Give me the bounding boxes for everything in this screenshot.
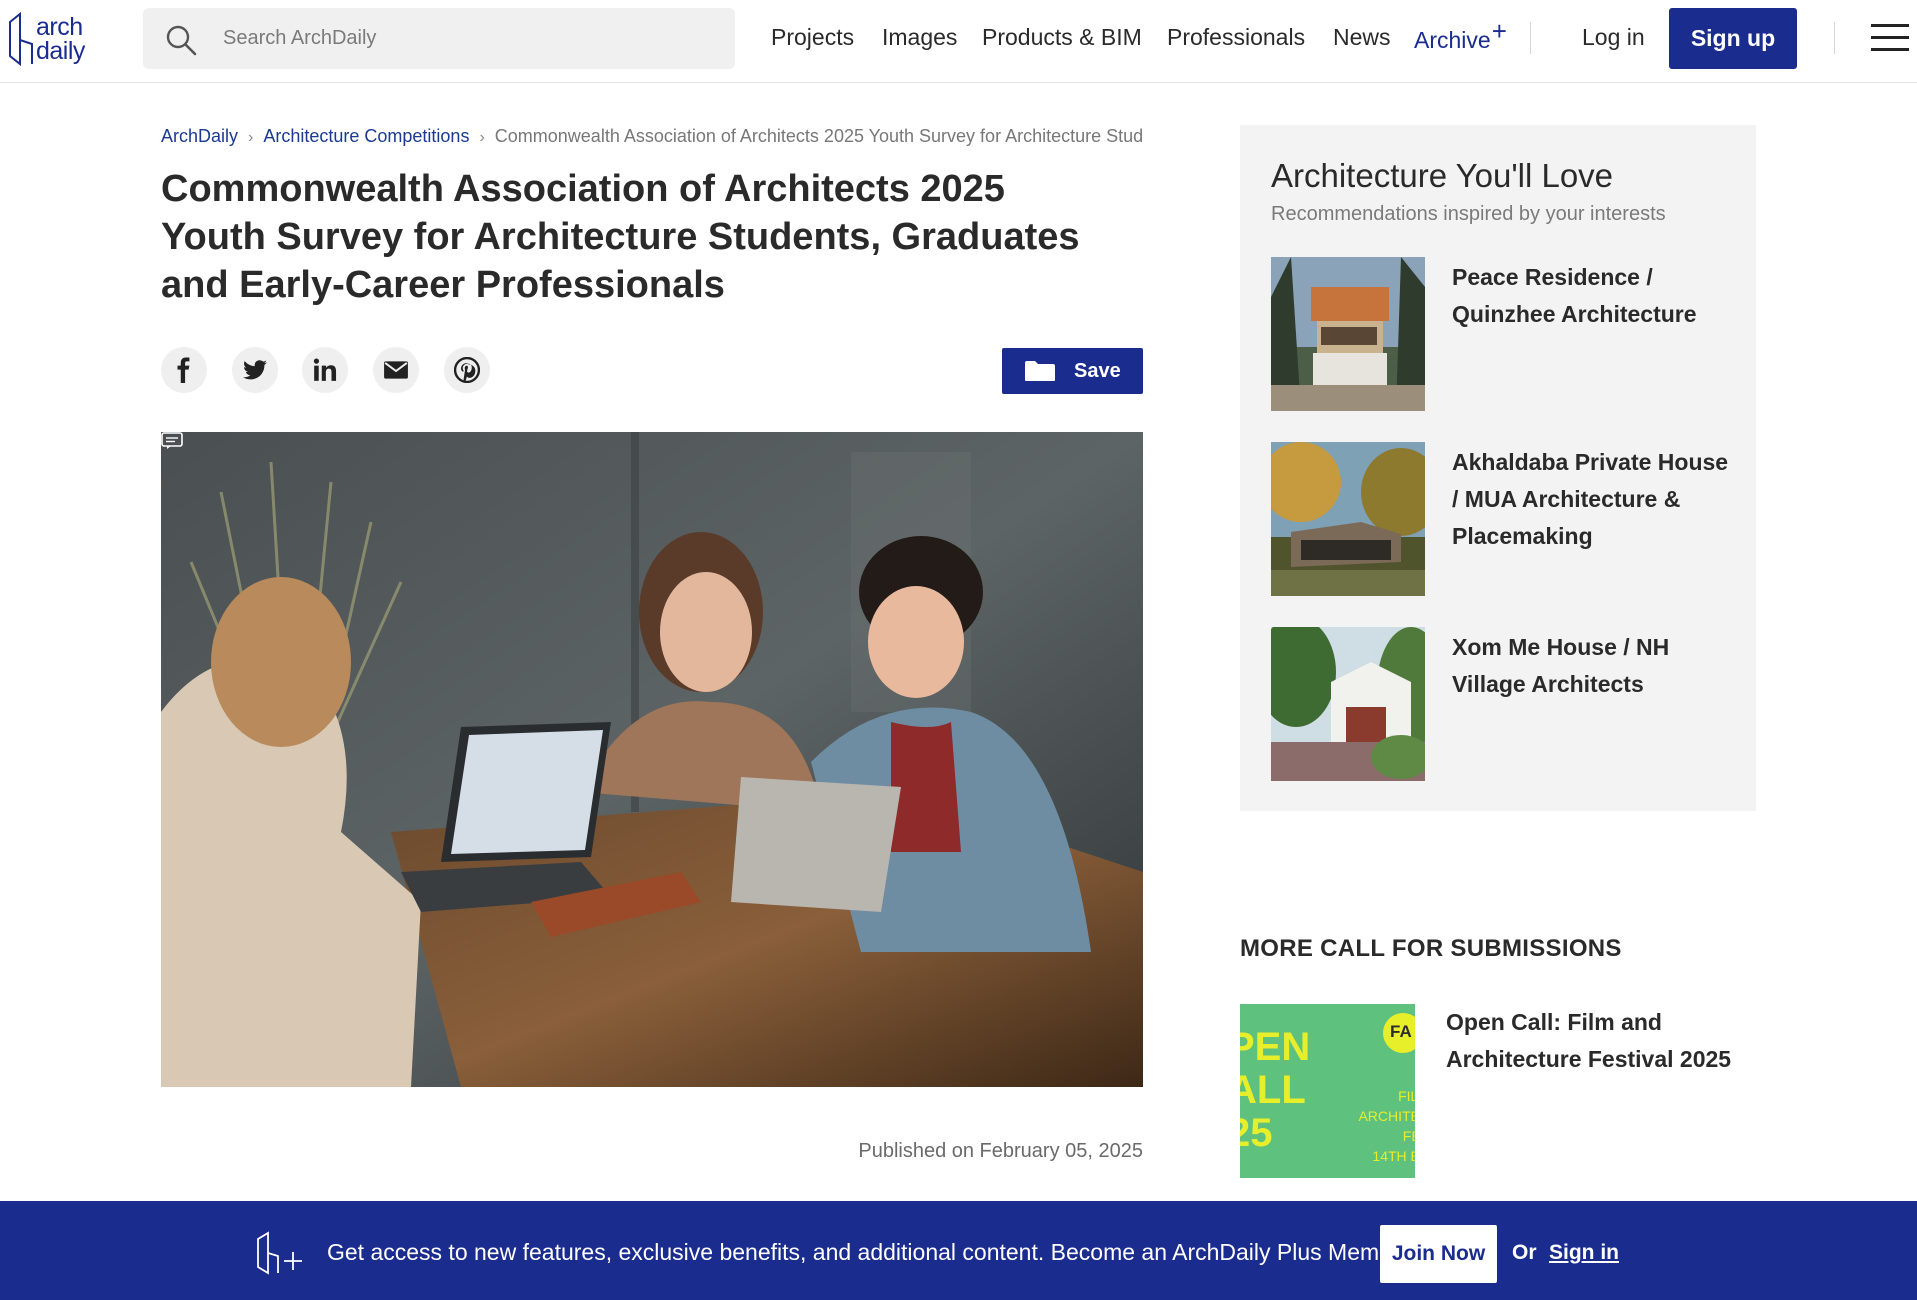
chevron-right-icon: › <box>248 129 254 146</box>
recs-subtitle: Recommendations inspired by your interes… <box>1271 203 1666 225</box>
nav-products-bim[interactable]: Products & BIM <box>982 24 1142 51</box>
hamburger-menu-icon[interactable] <box>1871 24 1909 52</box>
published-date: Published on February 05, 2025 <box>858 1140 1143 1162</box>
thumb-side-text: FES <box>1402 1128 1415 1144</box>
rec-thumbnail <box>1271 442 1425 596</box>
nav-professionals[interactable]: Professionals <box>1167 24 1305 51</box>
facebook-icon <box>177 357 190 383</box>
folder-icon <box>1025 361 1055 381</box>
thumb-text: PEN <box>1240 1025 1311 1069</box>
logo-word-daily: daily <box>36 37 85 65</box>
email-icon <box>384 361 408 379</box>
thumb-text: ALL <box>1240 1068 1306 1112</box>
share-pinterest-button[interactable] <box>444 347 490 393</box>
archdaily-logo-icon <box>9 11 33 67</box>
recs-title: Architecture You'll Love <box>1271 157 1614 194</box>
hero-image[interactable] <box>161 432 1143 1087</box>
plus-membership-banner: Get access to new features, exclusive be… <box>0 1201 1917 1300</box>
more-submissions-heading: MORE CALL FOR SUBMISSIONS <box>1240 935 1622 962</box>
breadcrumb: ArchDaily › Architecture Competitions › Comm… <box>161 126 1143 152</box>
linkedin-icon <box>313 358 337 381</box>
thumb-badge: FA <box>1390 1022 1412 1041</box>
share-email-button[interactable] <box>373 347 419 393</box>
nav-divider <box>1530 22 1531 54</box>
pinterest-icon <box>454 357 480 383</box>
nav-images[interactable]: Images <box>882 24 957 51</box>
breadcrumb-current: Commonwealth Association of Architects 2… <box>494 126 1143 146</box>
chevron-right-icon: › <box>479 129 485 146</box>
thumb-text: 25 <box>1240 1111 1273 1155</box>
search-input[interactable] <box>223 16 713 61</box>
banner-signin-link[interactable]: Sign in <box>1549 1241 1619 1265</box>
submission-title: Open Call: Film and Architecture Festiva… <box>1446 1009 1732 1072</box>
submission-thumbnail: PEN ALL 25 FA FILM ARCHITEC FES 14TH ED <box>1240 1004 1415 1178</box>
share-linkedin-button[interactable] <box>302 347 348 393</box>
twitter-icon <box>243 360 267 380</box>
article-title: Commonwealth Association of Architects 2… <box>161 168 1080 306</box>
recommendations-panel: Architecture You'll Love Recommendations… <box>1240 125 1756 811</box>
save-label: Save <box>1074 359 1121 382</box>
rec-item[interactable]: Akhaldaba Private House / MUA Architectu… <box>1271 442 1731 596</box>
join-now-button[interactable]: Join Now <box>1380 1225 1497 1283</box>
signup-button[interactable]: Sign up <box>1669 8 1797 69</box>
thumb-side-text: 14TH ED <box>1372 1148 1415 1164</box>
rec-title: Akhaldaba Private House / MUA Architectu… <box>1452 449 1729 549</box>
breadcrumb-section[interactable]: Architecture Competitions <box>263 126 469 146</box>
nav-archive-plus[interactable]: Archive+ <box>1414 16 1507 55</box>
search-icon <box>166 25 197 56</box>
rec-title: Xom Me House / NH Village Architects <box>1452 634 1670 697</box>
rec-thumbnail <box>1271 257 1425 411</box>
nav-projects[interactable]: Projects <box>771 24 854 51</box>
breadcrumb-home[interactable]: ArchDaily <box>161 126 238 146</box>
nav-divider <box>1834 22 1835 54</box>
site-header: arch daily Projects Images Products & BI… <box>0 0 1917 83</box>
nav-news[interactable]: News <box>1333 24 1391 51</box>
more-submission-item[interactable]: PEN ALL 25 FA FILM ARCHITEC FES 14TH ED … <box>1240 1004 1756 1178</box>
nav-archive-label: Archive <box>1414 27 1491 53</box>
archdaily-logo[interactable]: arch daily <box>6 8 108 70</box>
rec-item[interactable]: Xom Me House / NH Village Architects <box>1271 627 1731 781</box>
share-twitter-button[interactable] <box>232 347 278 393</box>
rec-thumbnail <box>1271 627 1425 781</box>
banner-message: Get access to new features, exclusive be… <box>327 1239 1419 1265</box>
thumb-side-text: ARCHITEC <box>1358 1108 1415 1124</box>
hero-photo <box>161 432 1143 1087</box>
save-button[interactable]: Save <box>1002 348 1143 394</box>
share-facebook-button[interactable] <box>161 347 207 393</box>
rec-item[interactable]: Peace Residence / Quinzhee Architecture <box>1271 257 1731 411</box>
thumb-side-text: FILM <box>1398 1088 1415 1104</box>
search-bar[interactable] <box>143 8 735 69</box>
archdaily-plus-logo-icon <box>257 1231 302 1275</box>
caption-comment-icon[interactable] <box>161 432 183 450</box>
archive-plus-icon: + <box>1491 16 1507 46</box>
login-link[interactable]: Log in <box>1582 24 1645 51</box>
banner-or-label: Or <box>1512 1241 1537 1264</box>
rec-title: Peace Residence / Quinzhee Architecture <box>1452 264 1697 327</box>
